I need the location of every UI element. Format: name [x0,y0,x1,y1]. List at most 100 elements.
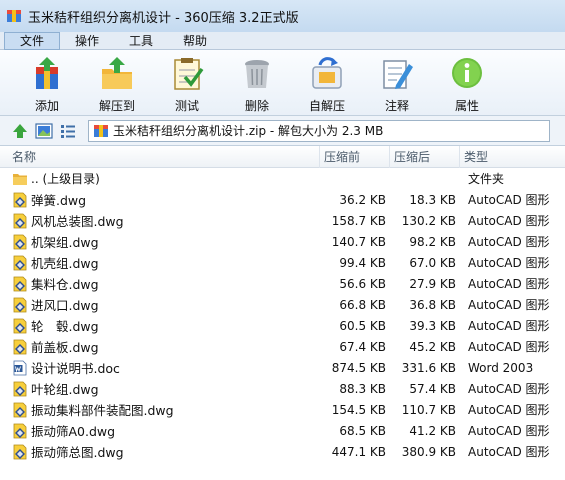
file-name-cell: 振动集料部件装配图.dwg [0,400,320,419]
file-row[interactable]: 风机总装图.dwg 158.7 KB 130.2 KB AutoCAD 图形 [0,210,565,231]
menu-file[interactable]: 文件 [4,31,61,50]
original-size: 57.4 KB [409,381,456,396]
compressed-size: 874.5 KB [331,360,386,375]
file-row[interactable]: 前盖板.dwg 67.4 KB 45.2 KB AutoCAD 图形 [0,336,565,357]
file-type: AutoCAD 图形 [468,277,550,291]
add-archive-icon [36,57,58,89]
dwg-file-icon [12,234,28,250]
file-type: AutoCAD 图形 [468,319,550,333]
file-name: 风机总装图.dwg [31,214,124,229]
file-name: 叶轮组.dwg [31,382,99,397]
extract-to-button[interactable]: 解压到 [82,50,152,116]
dwg-file-icon [12,276,28,292]
file-row[interactable]: 弹簧.dwg 36.2 KB 18.3 KB AutoCAD 图形 [0,189,565,210]
column-compressed-header[interactable]: 压缩前 [320,145,390,168]
file-name-cell: 叶轮组.dwg [0,379,320,398]
file-type: AutoCAD 图形 [468,298,550,312]
file-name-cell: 机壳组.dwg [0,253,320,272]
file-name-cell: .. (上级目录) [0,170,320,187]
file-name: 前盖板.dwg [31,340,99,355]
dwg-file-icon [12,444,28,460]
file-type: AutoCAD 图形 [468,235,550,249]
toolbar: 添加 解压到 测试 删除 自解压 注释 属性 [0,50,565,116]
compressed-size: 88.3 KB [339,381,386,396]
original-size: 98.2 KB [409,234,456,249]
file-list: .. (上级目录) 文件夹 弹簧.dwg 36.2 KB 18.3 KB AutoCAD … [0,168,565,462]
file-name: 振动筛总图.dwg [31,445,124,460]
file-name-cell: 机架组.dwg [0,232,320,251]
properties-button[interactable]: 属性 [432,50,502,116]
column-type-header[interactable]: 类型 [460,146,565,168]
original-size: 130.2 KB [401,213,456,228]
menu-operate[interactable]: 操作 [60,32,114,50]
extract-to-icon [102,57,132,89]
compressed-size: 140.7 KB [331,234,386,249]
file-row[interactable]: 轮 毂.dwg 60.5 KB 39.3 KB AutoCAD 图形 [0,315,565,336]
file-list-header: 名称 压缩前 压缩后 类型 [0,145,565,168]
file-type: AutoCAD 图形 [468,424,550,438]
compressed-size: 66.8 KB [339,297,386,312]
dwg-file-icon [12,255,28,271]
file-row[interactable]: 振动集料部件装配图.dwg 154.5 KB 110.7 KB AutoCAD 图形 [0,399,565,420]
compressed-size: 99.4 KB [339,255,386,270]
delete-label: 删除 [244,99,269,113]
file-row[interactable]: 叶轮组.dwg 88.3 KB 57.4 KB AutoCAD 图形 [0,378,565,399]
original-size: 45.2 KB [409,339,456,354]
dwg-file-icon [12,423,28,439]
original-size: 27.9 KB [409,276,456,291]
comment-pencil-icon [383,60,413,89]
file-row[interactable]: 振动筛总图.dwg 447.1 KB 380.9 KB AutoCAD 图形 [0,441,565,462]
file-type: AutoCAD 图形 [468,193,550,207]
file-name-cell: 前盖板.dwg [0,337,320,356]
add-button[interactable]: 添加 [12,50,82,116]
word-doc-icon [12,360,28,376]
file-type: AutoCAD 图形 [468,256,550,270]
file-name-cell: 轮 毂.dwg [0,316,320,335]
file-row[interactable]: 振动筛A0.dwg 68.5 KB 41.2 KB AutoCAD 图形 [0,420,565,441]
add-label: 添加 [34,99,59,113]
file-name: 集料仓.dwg [31,277,99,292]
compressed-size: 67.4 KB [339,339,386,354]
original-size: 331.6 KB [401,360,456,375]
original-size: 41.2 KB [409,423,456,438]
trash-can-icon [245,60,269,88]
file-type: Word 2003 [468,360,534,375]
parent-directory-row[interactable]: .. (上级目录) 文件夹 [0,168,565,189]
file-name: 设计说明书.doc [31,361,120,376]
compressed-size: 56.6 KB [339,276,386,291]
file-name-cell: 设计说明书.doc [0,358,320,377]
menu-tools[interactable]: 工具 [114,32,168,50]
compressed-size: 68.5 KB [339,423,386,438]
self-extract-button[interactable]: 自解压 [292,50,362,116]
file-name-cell: 弹簧.dwg [0,190,320,209]
file-row[interactable]: 机架组.dwg 140.7 KB 98.2 KB AutoCAD 图形 [0,231,565,252]
delete-button[interactable]: 删除 [222,50,292,116]
file-name-cell: 风机总装图.dwg [0,211,320,230]
archive-path-box[interactable]: 玉米秸秆组织分离机设计.zip - 解包大小为 2.3 MB [88,119,550,142]
properties-label: 属性 [454,99,479,113]
self-extract-label: 自解压 [308,99,345,113]
column-name-header[interactable]: 名称 [0,145,320,168]
file-name: 弹簧.dwg [31,193,87,208]
up-level-button[interactable] [10,121,30,141]
comment-button[interactable]: 注释 [362,50,432,116]
file-type: AutoCAD 图形 [468,445,550,459]
file-row[interactable]: 集料仓.dwg 56.6 KB 27.9 KB AutoCAD 图形 [0,273,565,294]
file-row[interactable]: 设计说明书.doc 874.5 KB 331.6 KB Word 2003 [0,357,565,378]
dwg-file-icon [12,402,28,418]
dwg-file-icon [12,318,28,334]
file-row[interactable]: 进风口.dwg 66.8 KB 36.8 KB AutoCAD 图形 [0,294,565,315]
dwg-file-icon [12,213,28,229]
self-extract-icon [312,57,342,89]
column-original-header[interactable]: 压缩后 [390,145,460,168]
archive-app-icon [7,10,21,22]
file-row[interactable]: 机壳组.dwg 99.4 KB 67.0 KB AutoCAD 图形 [0,252,565,273]
menu-help[interactable]: 帮助 [168,32,222,50]
file-name-cell: 集料仓.dwg [0,274,320,293]
compressed-size: 447.1 KB [331,444,386,459]
thumbnail-view-button[interactable] [34,121,54,141]
dwg-file-icon [12,381,28,397]
test-button[interactable]: 测试 [152,50,222,116]
details-view-button[interactable] [58,121,78,141]
original-size: 380.9 KB [401,444,456,459]
